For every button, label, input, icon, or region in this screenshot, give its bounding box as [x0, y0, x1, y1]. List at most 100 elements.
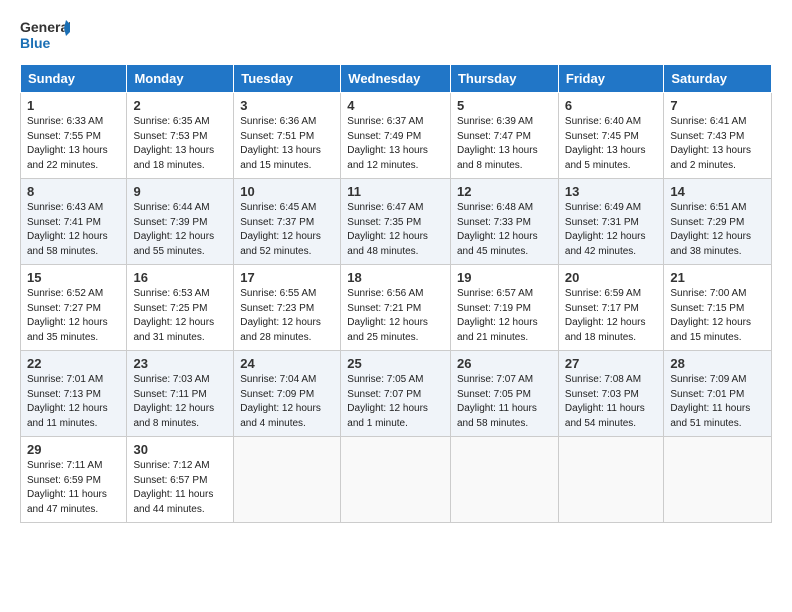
day-info: Sunrise: 7:03 AM Sunset: 7:11 PM Dayligh… [133, 373, 227, 431]
calendar-day-cell: 4 Sunrise: 6:37 AM Sunset: 7:49 PM Daylig… [341, 93, 451, 179]
calendar-day-cell: 13 Sunrise: 6:49 AM Sunset: 7:31 PM Dayli… [558, 179, 663, 265]
calendar-day-cell: 16 Sunrise: 6:53 AM Sunset: 7:25 PM Dayli… [127, 265, 234, 351]
calendar-day-cell: 8 Sunrise: 6:43 AM Sunset: 7:41 PM Daylig… [21, 179, 127, 265]
day-number: 13 [565, 184, 657, 199]
day-info: Sunrise: 6:48 AM Sunset: 7:33 PM Dayligh… [457, 201, 552, 259]
svg-text:Blue: Blue [20, 35, 51, 51]
day-number: 3 [240, 98, 334, 113]
day-info: Sunrise: 7:08 AM Sunset: 7:03 PM Dayligh… [565, 373, 657, 431]
day-info: Sunrise: 6:51 AM Sunset: 7:29 PM Dayligh… [670, 201, 765, 259]
logo: General Blue [20, 16, 70, 56]
calendar-day-cell: 14Sunrise: 6:51 AM Sunset: 7:29 PM Dayli… [664, 179, 772, 265]
calendar-day-cell: 28 Sunrise: 7:09 AM Sunset: 7:01 PM Dayli… [664, 351, 772, 437]
day-number: 27 [565, 356, 657, 371]
day-info: Sunrise: 7:01 AM Sunset: 7:13 PM Dayligh… [27, 373, 120, 431]
day-info: Sunrise: 6:59 AM Sunset: 7:17 PM Dayligh… [565, 287, 657, 345]
calendar-day-cell: 1 Sunrise: 6:33 AM Sunset: 7:55 PM Daylig… [21, 93, 127, 179]
calendar-day-cell: 15 Sunrise: 6:52 AM Sunset: 7:27 PM Dayli… [21, 265, 127, 351]
day-info: Sunrise: 7:00 AM Sunset: 7:15 PM Dayligh… [670, 287, 765, 345]
calendar-day-cell: 26 Sunrise: 7:07 AM Sunset: 7:05 PM Dayli… [450, 351, 558, 437]
day-number: 12 [457, 184, 552, 199]
calendar-day-cell: 11 Sunrise: 6:47 AM Sunset: 7:35 PM Dayli… [341, 179, 451, 265]
day-number: 25 [347, 356, 444, 371]
day-info: Sunrise: 6:40 AM Sunset: 7:45 PM Dayligh… [565, 115, 657, 173]
calendar-day-cell: 2 Sunrise: 6:35 AM Sunset: 7:53 PM Daylig… [127, 93, 234, 179]
day-number: 2 [133, 98, 227, 113]
day-info: Sunrise: 7:11 AM Sunset: 6:59 PM Dayligh… [27, 459, 120, 517]
day-number: 26 [457, 356, 552, 371]
calendar-day-cell: 19Sunrise: 6:57 AM Sunset: 7:19 PM Dayli… [450, 265, 558, 351]
calendar-day-cell: 3 Sunrise: 6:36 AM Sunset: 7:51 PM Daylig… [234, 93, 341, 179]
day-number: 28 [670, 356, 765, 371]
calendar-day-cell: 21 Sunrise: 7:00 AM Sunset: 7:15 PM Dayli… [664, 265, 772, 351]
day-number: 8 [27, 184, 120, 199]
calendar-week-row: 15 Sunrise: 6:52 AM Sunset: 7:27 PM Dayli… [21, 265, 772, 351]
calendar-day-cell: 18Sunrise: 6:56 AM Sunset: 7:21 PM Dayli… [341, 265, 451, 351]
day-info: Sunrise: 6:45 AM Sunset: 7:37 PM Dayligh… [240, 201, 334, 259]
day-number: 4 [347, 98, 444, 113]
calendar-day-cell: 5 Sunrise: 6:39 AM Sunset: 7:47 PM Daylig… [450, 93, 558, 179]
empty-cell [234, 437, 341, 523]
day-info: Sunrise: 7:05 AM Sunset: 7:07 PM Dayligh… [347, 373, 444, 431]
calendar-day-cell: 9Sunrise: 6:44 AM Sunset: 7:39 PM Daylig… [127, 179, 234, 265]
day-number: 19 [457, 270, 552, 285]
day-number: 15 [27, 270, 120, 285]
calendar-day-cell: 30 Sunrise: 7:12 AM Sunset: 6:57 PM Dayli… [127, 437, 234, 523]
calendar-day-cell: 6Sunrise: 6:40 AM Sunset: 7:45 PM Daylig… [558, 93, 663, 179]
calendar-week-row: 29 Sunrise: 7:11 AM Sunset: 6:59 PM Dayli… [21, 437, 772, 523]
calendar-week-row: 22 Sunrise: 7:01 AM Sunset: 7:13 PM Dayli… [21, 351, 772, 437]
day-info: Sunrise: 6:37 AM Sunset: 7:49 PM Dayligh… [347, 115, 444, 173]
day-info: Sunrise: 6:35 AM Sunset: 7:53 PM Dayligh… [133, 115, 227, 173]
col-header-wednesday: Wednesday [341, 65, 451, 93]
day-number: 23 [133, 356, 227, 371]
day-info: Sunrise: 7:04 AM Sunset: 7:09 PM Dayligh… [240, 373, 334, 431]
day-number: 21 [670, 270, 765, 285]
calendar-day-cell: 12 Sunrise: 6:48 AM Sunset: 7:33 PM Dayli… [450, 179, 558, 265]
day-info: Sunrise: 7:12 AM Sunset: 6:57 PM Dayligh… [133, 459, 227, 517]
col-header-thursday: Thursday [450, 65, 558, 93]
day-info: Sunrise: 6:55 AM Sunset: 7:23 PM Dayligh… [240, 287, 334, 345]
day-info: Sunrise: 6:33 AM Sunset: 7:55 PM Dayligh… [27, 115, 120, 173]
calendar-day-cell: 24 Sunrise: 7:04 AM Sunset: 7:09 PM Dayli… [234, 351, 341, 437]
day-number: 20 [565, 270, 657, 285]
day-info: Sunrise: 6:53 AM Sunset: 7:25 PM Dayligh… [133, 287, 227, 345]
empty-cell [664, 437, 772, 523]
col-header-monday: Monday [127, 65, 234, 93]
col-header-friday: Friday [558, 65, 663, 93]
col-header-saturday: Saturday [664, 65, 772, 93]
day-number: 18 [347, 270, 444, 285]
calendar-day-cell: 20 Sunrise: 6:59 AM Sunset: 7:17 PM Dayli… [558, 265, 663, 351]
calendar-day-cell: 25 Sunrise: 7:05 AM Sunset: 7:07 PM Dayli… [341, 351, 451, 437]
calendar-day-cell: 29 Sunrise: 7:11 AM Sunset: 6:59 PM Dayli… [21, 437, 127, 523]
col-header-tuesday: Tuesday [234, 65, 341, 93]
day-number: 11 [347, 184, 444, 199]
day-number: 30 [133, 442, 227, 457]
day-number: 16 [133, 270, 227, 285]
col-header-sunday: Sunday [21, 65, 127, 93]
calendar-week-row: 1 Sunrise: 6:33 AM Sunset: 7:55 PM Daylig… [21, 93, 772, 179]
day-number: 5 [457, 98, 552, 113]
day-number: 22 [27, 356, 120, 371]
calendar-day-cell: 27 Sunrise: 7:08 AM Sunset: 7:03 PM Dayli… [558, 351, 663, 437]
day-info: Sunrise: 6:43 AM Sunset: 7:41 PM Dayligh… [27, 201, 120, 259]
calendar-day-cell: 17 Sunrise: 6:55 AM Sunset: 7:23 PM Dayli… [234, 265, 341, 351]
calendar-day-cell: 7 Sunrise: 6:41 AM Sunset: 7:43 PM Daylig… [664, 93, 772, 179]
day-info: Sunrise: 6:49 AM Sunset: 7:31 PM Dayligh… [565, 201, 657, 259]
day-number: 9 [133, 184, 227, 199]
day-info: Sunrise: 6:39 AM Sunset: 7:47 PM Dayligh… [457, 115, 552, 173]
day-number: 29 [27, 442, 120, 457]
day-number: 17 [240, 270, 334, 285]
day-info: Sunrise: 7:09 AM Sunset: 7:01 PM Dayligh… [670, 373, 765, 431]
day-number: 1 [27, 98, 120, 113]
day-info: Sunrise: 6:47 AM Sunset: 7:35 PM Dayligh… [347, 201, 444, 259]
day-info: Sunrise: 6:52 AM Sunset: 7:27 PM Dayligh… [27, 287, 120, 345]
day-info: Sunrise: 6:36 AM Sunset: 7:51 PM Dayligh… [240, 115, 334, 173]
day-info: Sunrise: 7:07 AM Sunset: 7:05 PM Dayligh… [457, 373, 552, 431]
page: General Blue SundayMondayTuesdayWednesda… [0, 0, 792, 612]
day-number: 7 [670, 98, 765, 113]
day-number: 24 [240, 356, 334, 371]
header: General Blue [20, 16, 772, 56]
calendar-day-cell: 10Sunrise: 6:45 AM Sunset: 7:37 PM Dayli… [234, 179, 341, 265]
calendar-table: SundayMondayTuesdayWednesdayThursdayFrid… [20, 64, 772, 523]
day-info: Sunrise: 6:41 AM Sunset: 7:43 PM Dayligh… [670, 115, 765, 173]
